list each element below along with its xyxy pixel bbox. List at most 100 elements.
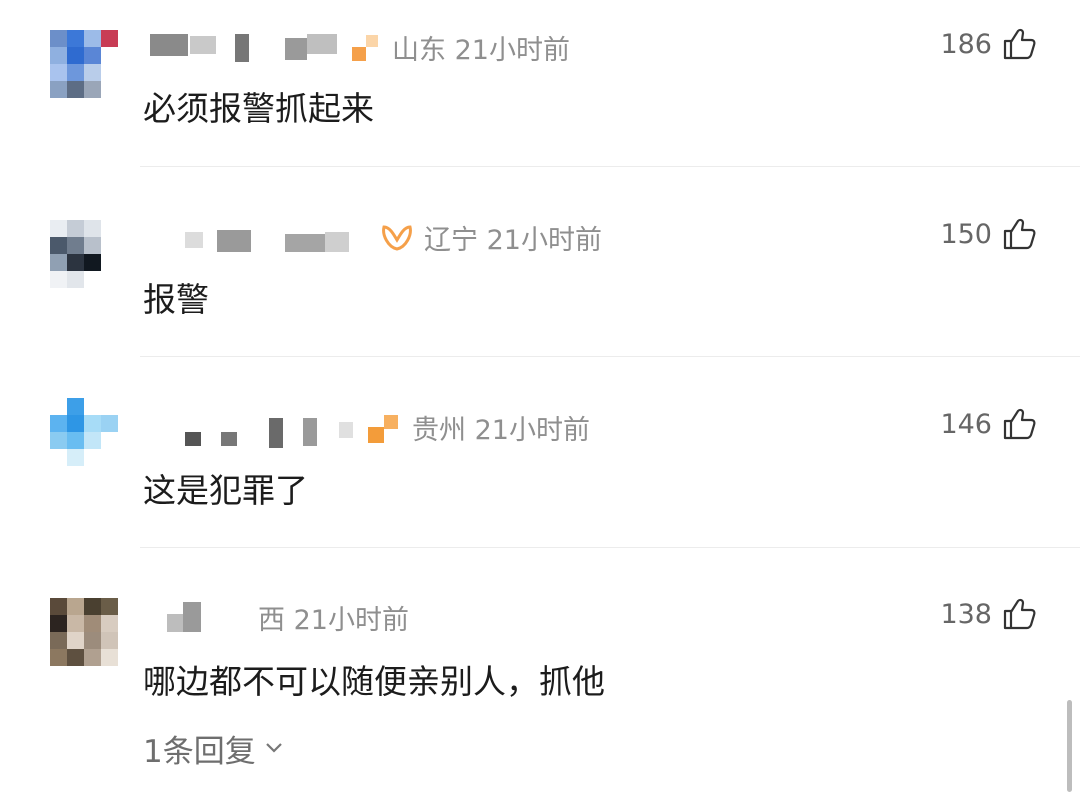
thumbs-up-icon [1002,598,1036,630]
username-blurred[interactable] [145,228,375,258]
avatar-pixel [67,398,84,415]
thumbs-up-icon [1002,28,1036,60]
avatar-pixel [84,432,101,449]
location-time-text: 贵州 21小时前 [412,415,590,446]
scrollbar[interactable] [1067,700,1072,792]
avatar-pixel [50,449,67,466]
avatar-pixel [84,615,101,632]
username-blurred[interactable] [145,414,375,448]
avatar[interactable] [50,30,118,98]
avatar-pixel [101,271,118,288]
avatar-pixel [50,615,67,632]
avatar-pixel [50,649,67,666]
location-time-text: 辽宁 21小时前 [424,225,602,256]
avatar-pixel [84,271,101,288]
avatar[interactable] [50,398,118,466]
avatar-pixel [50,415,67,432]
divider [140,547,1080,548]
avatar-pixel [84,220,101,237]
location-time: 西 21小时前 [258,598,409,637]
avatar[interactable] [50,220,118,288]
avatar-pixel [50,271,67,288]
like-button[interactable]: 146 [940,408,1036,440]
avatar-pixel [84,237,101,254]
avatar-pixel [67,649,84,666]
like-button[interactable]: 186 [940,28,1036,60]
avatar-pixel [67,237,84,254]
avatar-pixel [67,30,84,47]
avatar-pixel [84,649,101,666]
avatar-pixel [101,649,118,666]
location-time: 贵州 21小时前 [368,408,590,452]
avatar-pixel [67,449,84,466]
avatar-pixel [101,432,118,449]
user-badge-icon [352,33,382,70]
avatar-pixel [101,449,118,466]
avatar-pixel [101,237,118,254]
comment-text: 这是犯罪了 [143,471,308,510]
vip-badge-icon [380,223,414,260]
thumbs-up-icon [1002,408,1036,440]
avatar-pixel [67,81,84,98]
avatar-pixel [50,30,67,47]
location-time-text: 山东 21小时前 [392,35,570,66]
divider [140,356,1080,357]
username-blurred[interactable] [145,600,225,632]
avatar-pixel [67,598,84,615]
avatar[interactable] [50,598,118,666]
avatar-pixel [50,632,67,649]
avatar-pixel [50,254,67,271]
avatar-pixel [67,64,84,81]
avatar-pixel [101,64,118,81]
avatar-pixel [50,220,67,237]
avatar-pixel [101,632,118,649]
avatar-pixel [101,398,118,415]
avatar-pixel [84,47,101,64]
avatar-pixel [101,415,118,432]
like-count: 150 [940,218,992,250]
comment-text: 报警 [143,280,209,319]
avatar-pixel [101,615,118,632]
avatar-pixel [84,398,101,415]
like-button[interactable]: 150 [940,218,1036,250]
comment-text: 必须报警抓起来 [143,89,374,128]
avatar-pixel [67,632,84,649]
avatar-pixel [67,47,84,64]
view-replies-button[interactable]: 1条回复 [143,726,286,771]
avatar-pixel [84,254,101,271]
username-blurred[interactable] [145,32,375,62]
chevron-down-icon [262,731,286,767]
avatar-pixel [67,415,84,432]
avatar-pixel [50,432,67,449]
location-time: 辽宁 21小时前 [380,218,602,260]
avatar-pixel [84,415,101,432]
avatar-pixel [84,598,101,615]
avatar-pixel [84,449,101,466]
avatar-pixel [84,30,101,47]
avatar-pixel [101,220,118,237]
avatar-pixel [50,598,67,615]
avatar-pixel [101,81,118,98]
thumbs-up-icon [1002,218,1036,250]
avatar-pixel [67,220,84,237]
avatar-pixel [101,30,118,47]
like-count: 138 [940,598,992,630]
avatar-pixel [50,47,67,64]
avatar-pixel [50,237,67,254]
avatar-pixel [101,254,118,271]
avatar-pixel [84,632,101,649]
divider [140,166,1080,167]
avatar-pixel [67,432,84,449]
user-badge-icon [368,411,402,452]
comment-text: 哪边都不可以随便亲别人，抓他 [143,662,605,701]
avatar-pixel [67,271,84,288]
like-count: 146 [940,408,992,440]
avatar-pixel [50,81,67,98]
avatar-pixel [50,398,67,415]
like-button[interactable]: 138 [940,598,1036,630]
avatar-pixel [67,254,84,271]
location-time: 山东 21小时前 [352,28,570,70]
avatar-pixel [101,598,118,615]
location-time-text: 西 21小时前 [258,605,409,636]
avatar-pixel [67,615,84,632]
